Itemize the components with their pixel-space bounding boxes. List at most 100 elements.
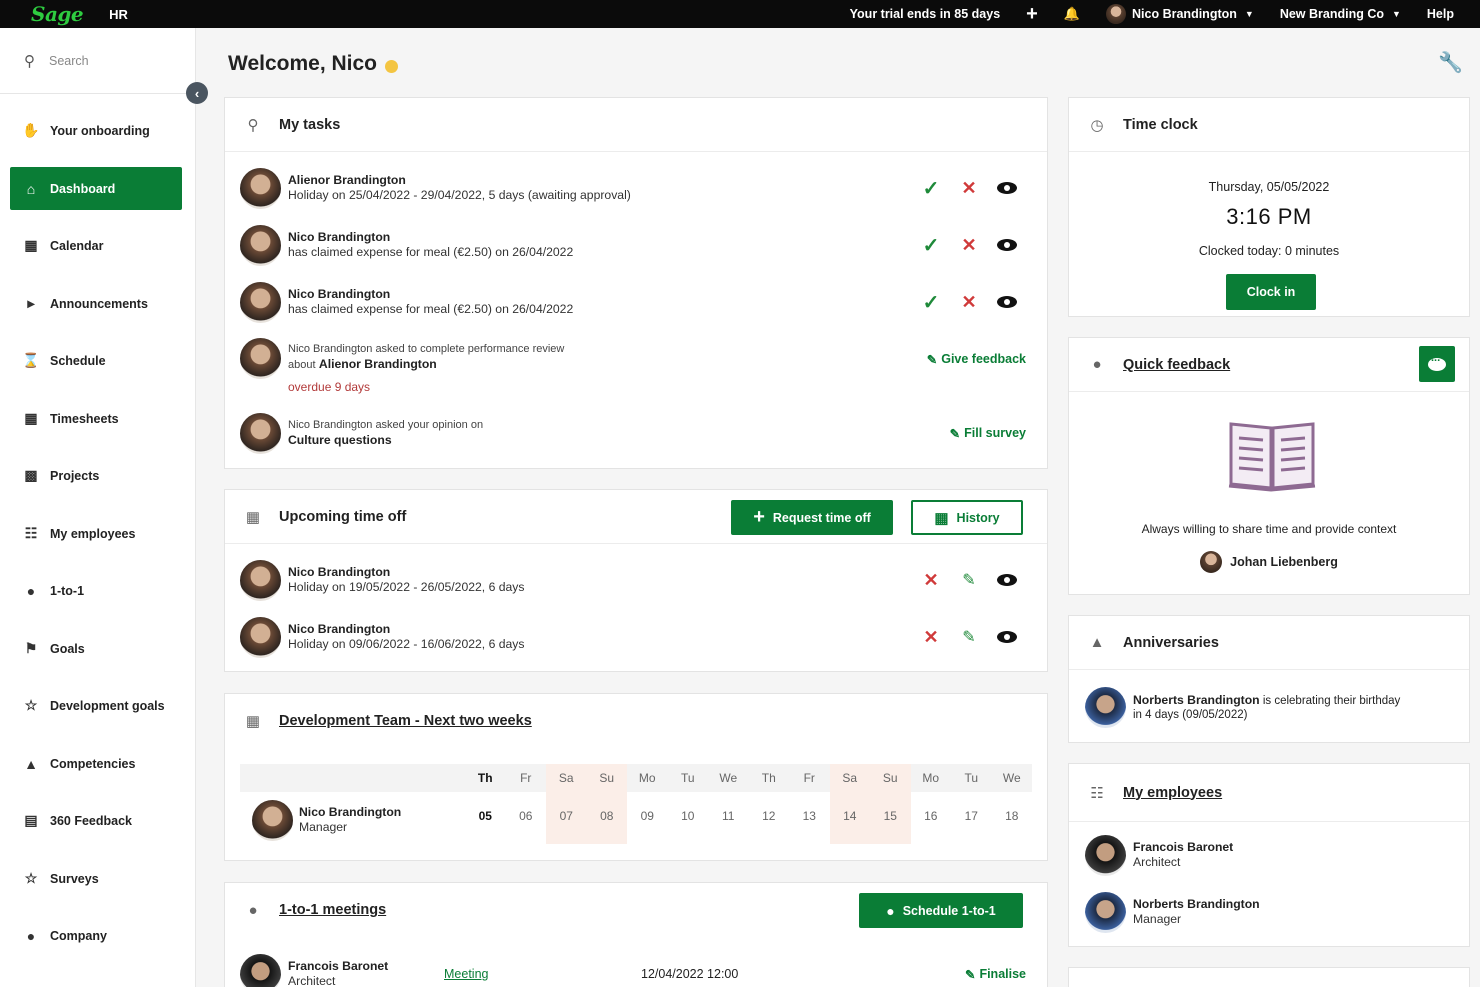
sidebar-item-goals[interactable]: ⚑ Goals [10, 627, 182, 670]
chevron-down-icon: ▼ [1391, 9, 1401, 19]
time-off-detail: Holiday on 19/05/2022 - 26/05/2022, 6 da… [288, 580, 525, 594]
edit-icon[interactable]: ✎ [950, 570, 988, 590]
reject-icon[interactable]: ✕ [950, 178, 988, 199]
pin-icon: ⚲ [247, 116, 259, 134]
sage-logo[interactable]: Sage [31, 2, 84, 26]
card-title-link[interactable]: 1-to-1 meetings [279, 902, 386, 918]
card-title: My tasks [279, 116, 341, 133]
search-input[interactable]: ⚲ Search [0, 28, 195, 94]
sidebar-item-1-to-1[interactable]: ● 1-to-1 [10, 569, 182, 612]
sidebar-item-company[interactable]: ● Company [10, 914, 182, 957]
card-header: ▲ Anniversaries [1069, 616, 1469, 670]
sidebar-item-announcements[interactable]: ▸ Announcements [10, 282, 182, 325]
card-title-link[interactable]: Development Team - Next two weeks [279, 713, 532, 729]
finalise-link[interactable]: ✎ Finalise [965, 967, 1026, 982]
development-team-card: ▦ Development Team - Next two weeks Th 05… [224, 693, 1048, 861]
card-title-link[interactable]: Quick feedback [1123, 357, 1230, 373]
calendar-x-icon: ▦ [245, 508, 261, 526]
view-icon[interactable] [988, 631, 1026, 643]
fill-survey-link[interactable]: ✎ Fill survey [950, 426, 1026, 441]
reject-icon[interactable]: ✕ [950, 292, 988, 313]
calendar-date[interactable]: 12 [749, 809, 790, 823]
calendar-date[interactable]: 05 [465, 809, 506, 823]
calendar-date[interactable]: 07 [546, 809, 587, 823]
help-link[interactable]: Help [1427, 7, 1454, 21]
my-tasks-card: ⚲ My tasks Alienor Brandington Holiday o… [224, 97, 1048, 469]
calendar-date[interactable]: 10 [668, 809, 709, 823]
calendar-date[interactable]: 08 [587, 809, 628, 823]
sidebar-item-surveys[interactable]: ☆ Surveys [10, 857, 182, 900]
give-quick-feedback-button[interactable] [1419, 346, 1455, 382]
sidebar-item-development-goals[interactable]: ☆ Development goals [10, 684, 182, 727]
calendar-date[interactable]: 17 [951, 809, 992, 823]
view-icon[interactable] [988, 574, 1026, 586]
link-label: Fill survey [964, 426, 1026, 440]
meeting-type-link[interactable]: Meeting [444, 967, 488, 981]
plus-icon: + [753, 506, 765, 528]
calendar-date[interactable]: 09 [627, 809, 668, 823]
sidebar-item-calendar[interactable]: ▦ Calendar [10, 224, 182, 267]
avatar [1085, 891, 1126, 933]
calendar-day-column: Fr 13 [789, 764, 830, 844]
sidebar-item-projects[interactable]: ▩ Projects [10, 454, 182, 497]
calendar-date[interactable]: 06 [506, 809, 547, 823]
comment-icon [1428, 352, 1446, 371]
hourglass-icon: ⌛ [22, 352, 40, 368]
clock-in-button[interactable]: Clock in [1226, 274, 1316, 310]
person-name: Nico Brandington [288, 622, 391, 636]
calendar-date[interactable]: 15 [870, 809, 911, 823]
bell-icon[interactable]: 🔔 [1064, 6, 1080, 22]
sidebar-item-label: Projects [50, 468, 100, 483]
sidebar-item-label: Development goals [50, 698, 165, 713]
view-icon[interactable] [988, 296, 1026, 308]
task-detail: has claimed expense for meal (€2.50) on … [288, 302, 574, 316]
employee-row[interactable]: Norberts Brandington Manager [1085, 891, 1454, 933]
calendar-day-label: Mo [922, 771, 940, 785]
schedule-1-to-1-button[interactable]: ● Schedule 1-to-1 [859, 893, 1023, 928]
cancel-icon[interactable]: ✕ [912, 627, 950, 648]
request-time-off-button[interactable]: + Request time off [731, 500, 893, 535]
approve-icon[interactable]: ✓ [912, 176, 950, 201]
sidebar-item-dashboard[interactable]: ⌂ Dashboard [10, 167, 182, 210]
calendar-date[interactable]: 14 [830, 809, 871, 823]
avatar [1200, 551, 1223, 573]
employee-row[interactable]: Francois Baronet Architect [1085, 834, 1454, 876]
history-button[interactable]: ▦ History [911, 500, 1023, 535]
task-person: Alienor Brandington [318, 357, 437, 371]
cancel-icon[interactable]: ✕ [912, 570, 950, 591]
button-label: History [956, 510, 1000, 525]
calendar-day-column: Fr 06 [506, 764, 547, 844]
sidebar-item-schedule[interactable]: ⌛ Schedule [10, 339, 182, 382]
calendar-date[interactable]: 13 [789, 809, 830, 823]
calendar-day-label: We [719, 771, 738, 785]
company-menu[interactable]: New Branding Co ▼ [1280, 7, 1401, 21]
sidebar-item-360-feedback[interactable]: ▤ 360 Feedback [10, 799, 182, 842]
edit-icon[interactable]: ✎ [950, 627, 988, 647]
calendar-day-label: Sa [842, 771, 858, 785]
approve-icon[interactable]: ✓ [912, 290, 950, 315]
wrench-icon[interactable]: 🔧 [1438, 50, 1463, 75]
give-feedback-link[interactable]: ✎ Give feedback [927, 352, 1026, 367]
collapse-sidebar-button[interactable]: ‹ [186, 82, 208, 104]
sidebar: ⚲ Search ✋ Your onboarding ⌂ Dashboard ▦ Ca… [0, 28, 196, 987]
trial-notice[interactable]: Your trial ends in 85 days [850, 7, 1001, 21]
member-name: Nico Brandington [299, 805, 402, 819]
add-icon[interactable]: + [1026, 4, 1038, 24]
sidebar-item-my-employees[interactable]: ☷ My employees [10, 512, 182, 555]
sidebar-item-timesheets[interactable]: ▦ Timesheets [10, 397, 182, 440]
person-name: Nico Brandington [288, 565, 391, 579]
button-label: Request time off [772, 510, 871, 525]
sidebar-item-your-onboarding[interactable]: ✋ Your onboarding [10, 109, 182, 152]
time-off-row: Nico Brandington Holiday on 09/06/2022 -… [240, 616, 1032, 658]
sidebar-item-competencies[interactable]: ▲ Competencies [10, 742, 182, 785]
reject-icon[interactable]: ✕ [950, 235, 988, 256]
calendar-date[interactable]: 11 [708, 809, 749, 823]
calendar-date[interactable]: 16 [911, 809, 952, 823]
sidebar-item-label: Calendar [50, 238, 104, 253]
view-icon[interactable] [988, 182, 1026, 194]
approve-icon[interactable]: ✓ [912, 233, 950, 258]
view-icon[interactable] [988, 239, 1026, 251]
calendar-date[interactable]: 18 [992, 809, 1033, 823]
card-title-link[interactable]: My employees [1123, 785, 1222, 801]
user-menu[interactable]: Nico Brandington ▼ [1106, 4, 1254, 24]
